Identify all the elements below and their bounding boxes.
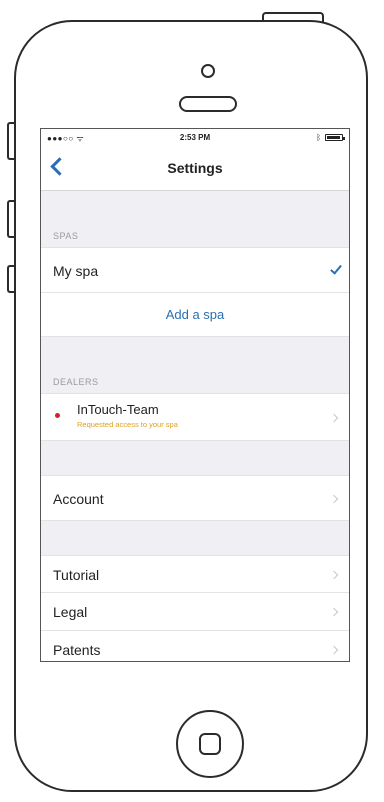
add-spa-row[interactable]: Add a spa — [41, 293, 349, 337]
menu-item-label: Account — [53, 491, 104, 507]
spa-row-my-spa[interactable]: My spa — [41, 247, 349, 293]
chevron-right-icon — [329, 494, 339, 504]
menu-item-account[interactable]: Account — [41, 475, 349, 521]
menu-item-label: Patents — [53, 642, 101, 658]
dealer-name: InTouch-Team — [77, 402, 159, 417]
bluetooth-icon: ᛒ — [316, 133, 321, 142]
spa-row-label: My spa — [53, 263, 99, 279]
page-title: Settings — [167, 160, 223, 176]
home-square-icon — [199, 733, 221, 755]
power-button[interactable] — [262, 12, 324, 22]
chevron-right-icon — [329, 570, 339, 580]
status-time: 2:53 PM — [179, 133, 211, 142]
speaker-grille — [179, 96, 237, 112]
chevron-right-icon — [329, 413, 339, 423]
add-spa-link[interactable]: Add a spa — [41, 307, 349, 322]
menu-item-patents[interactable]: Patents — [41, 631, 349, 661]
dealer-row[interactable]: InTouch-Team Requested access to your sp… — [41, 393, 349, 441]
chevron-right-icon — [329, 607, 339, 617]
section-header-dealers: DEALERS — [53, 377, 99, 387]
check-icon — [330, 262, 342, 275]
status-bar: ●●●○○ ᯤ 2:53 PM ᛒ — [41, 129, 349, 147]
menu-item-legal[interactable]: Legal — [41, 593, 349, 631]
nav-bar: Settings — [41, 147, 349, 191]
battery-icon — [325, 134, 345, 141]
status-dot-icon — [55, 413, 60, 418]
menu-item-tutorial[interactable]: Tutorial — [41, 555, 349, 593]
mute-switch[interactable] — [7, 122, 14, 160]
chevron-right-icon — [329, 645, 339, 655]
home-button[interactable] — [176, 710, 244, 778]
camera-icon — [201, 64, 215, 78]
screen: ●●●○○ ᯤ 2:53 PM ᛒ Settings SPAS My spa A… — [40, 128, 350, 662]
volume-up-button[interactable] — [7, 200, 14, 238]
status-right: ᛒ — [316, 133, 345, 142]
menu-item-label: Tutorial — [53, 567, 100, 583]
dealer-status: Requested access to your spa — [77, 420, 178, 429]
section-header-spas: SPAS — [53, 231, 79, 241]
menu-item-label: Legal — [53, 604, 88, 620]
volume-down-button[interactable] — [7, 265, 14, 293]
